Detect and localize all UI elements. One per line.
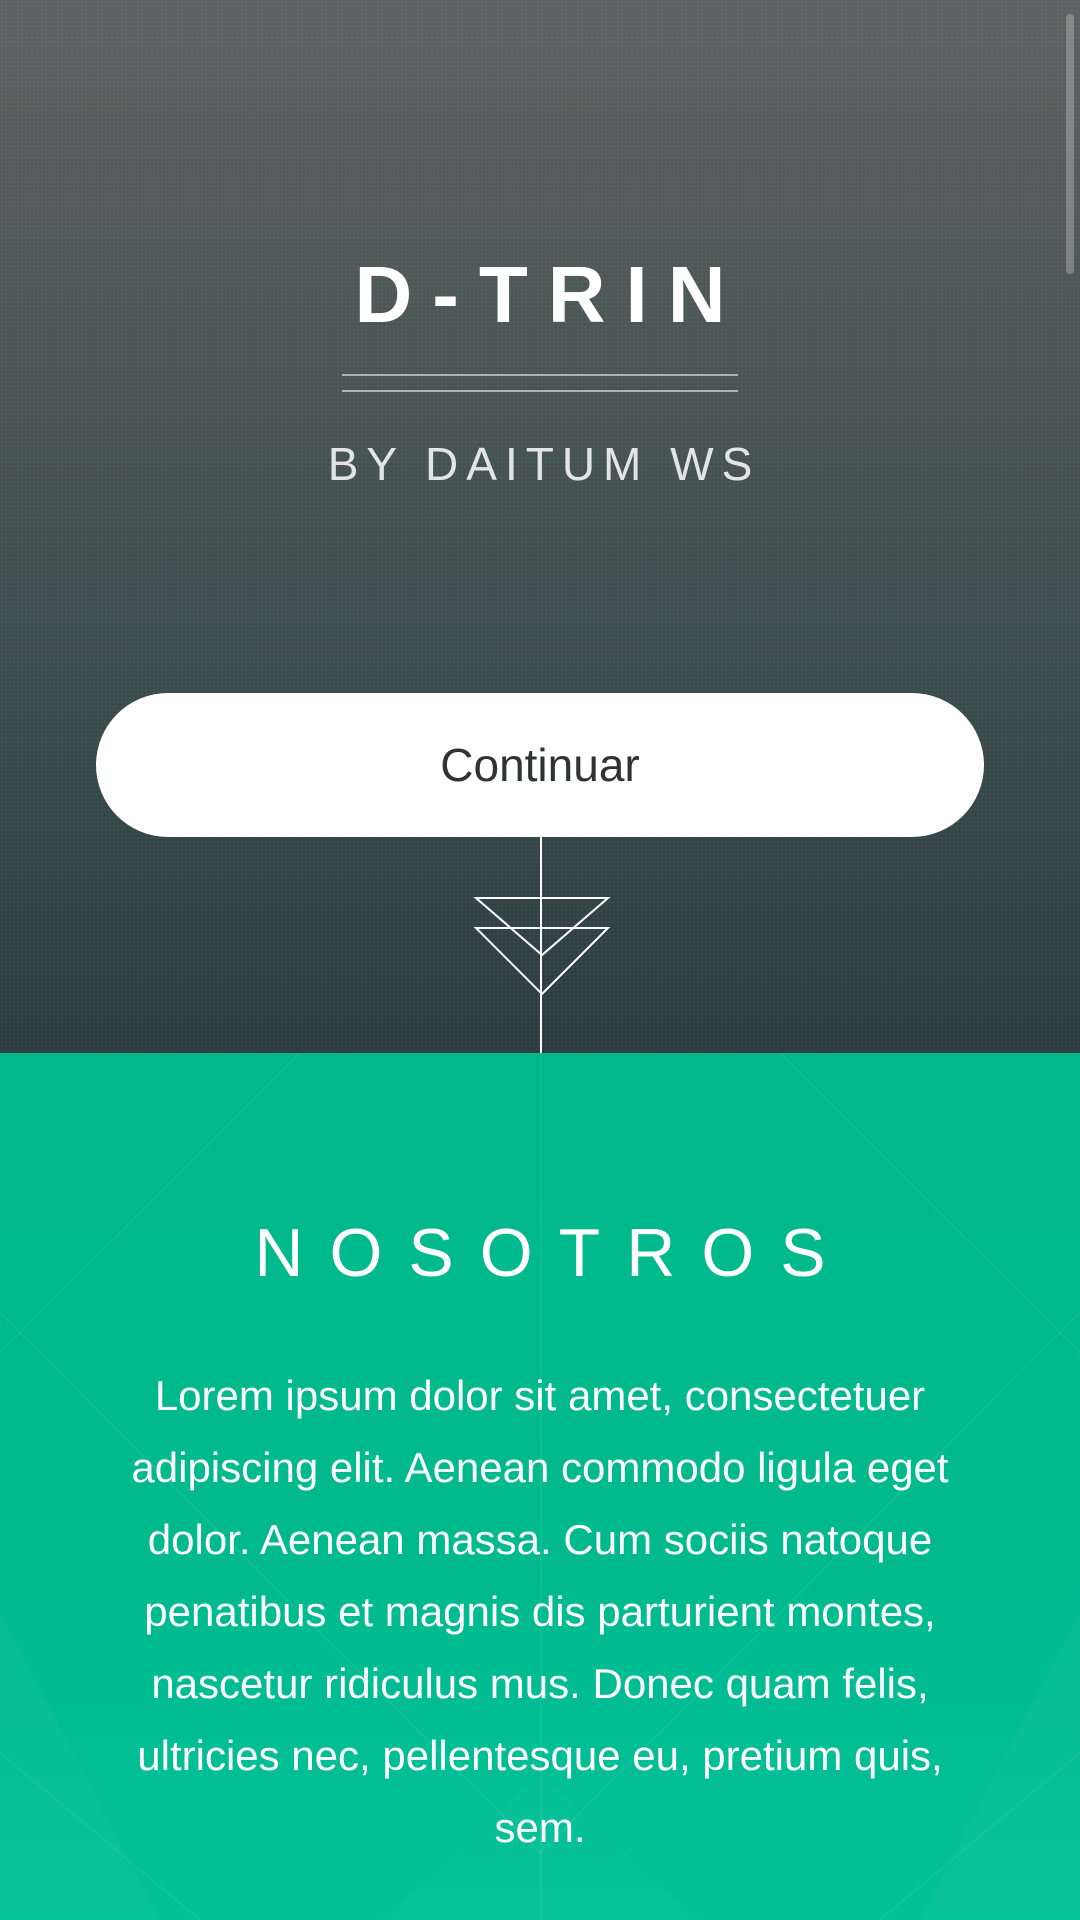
page: D-TRIN BY DAITUM WS Continuar NOSOTROS L… [0, 0, 1080, 1920]
continue-button[interactable]: Continuar [96, 693, 984, 837]
app-title: D-TRIN [354, 250, 746, 339]
scrollbar[interactable] [1066, 14, 1074, 274]
hero-section: D-TRIN BY DAITUM WS Continuar [0, 0, 1080, 1053]
double-chevron-down-icon[interactable] [0, 837, 1080, 1053]
about-description: Lorem ipsum dolor sit amet, consectetuer… [131, 1372, 949, 1851]
title-divider-bottom [342, 390, 738, 392]
app-subtitle: BY DAITUM WS [327, 438, 761, 490]
title-divider-top [342, 374, 738, 376]
section-title: NOSOTROS [254, 1215, 852, 1291]
